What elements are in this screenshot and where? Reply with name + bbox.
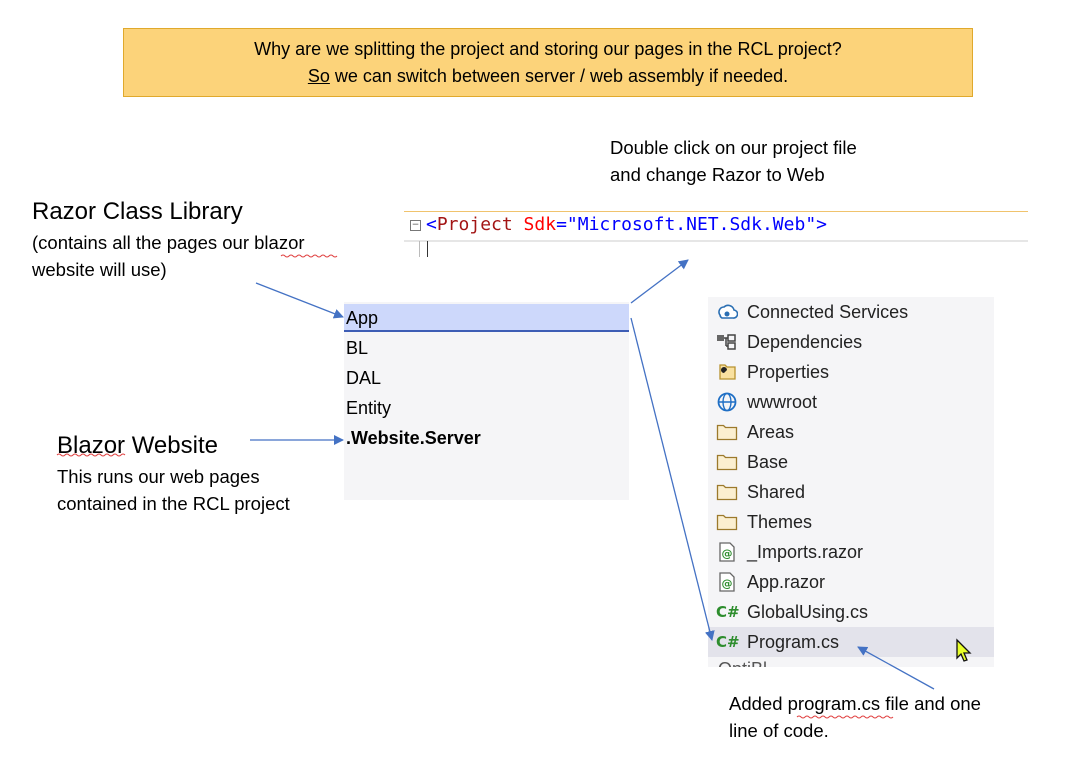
mouse-cursor-icon xyxy=(956,638,972,662)
arrow-rcl-to-app xyxy=(255,282,344,319)
arrow-app-to-code xyxy=(630,259,689,304)
arrow-app-to-program xyxy=(630,317,715,641)
spell-squiggle-blazor-2 xyxy=(56,453,126,457)
arrow-note-to-program xyxy=(857,646,935,690)
spell-squiggle-blazor-1 xyxy=(280,254,338,258)
spell-squiggle-program xyxy=(796,715,894,719)
annotation-arrows xyxy=(56,254,935,719)
